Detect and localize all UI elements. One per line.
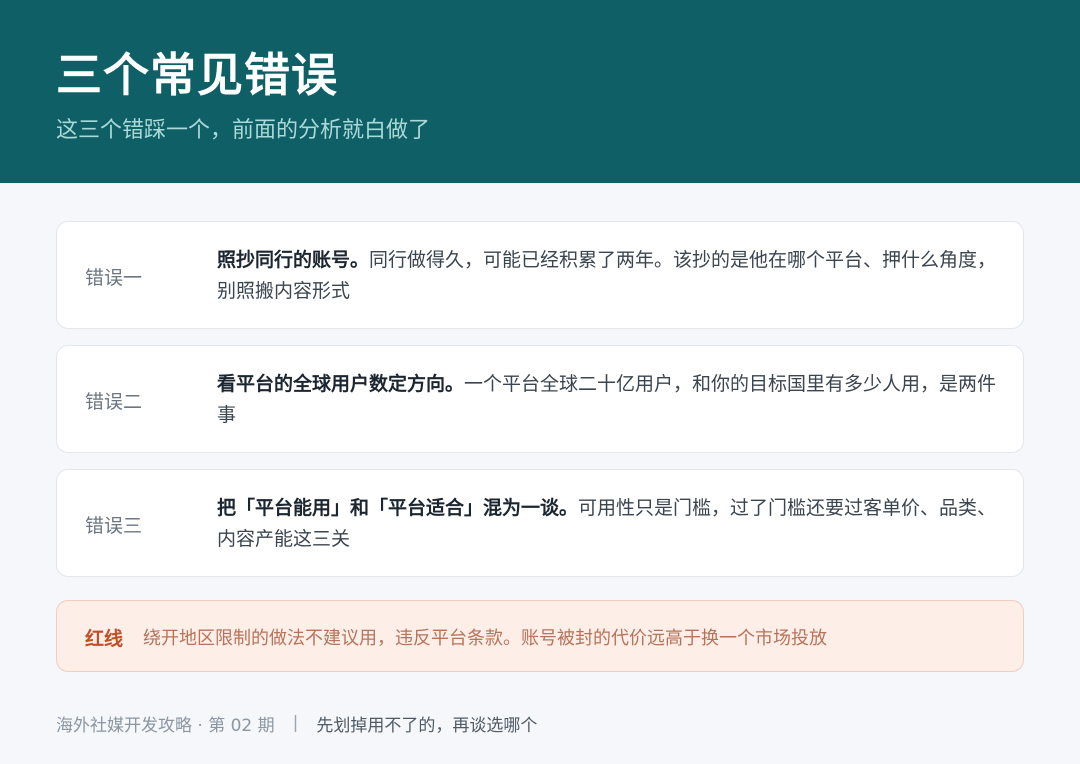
redline-label: 红线: [85, 627, 124, 650]
footer: 海外社媒开发攻略 · 第 02 期 | 先划掉用不了的，再谈选哪个: [56, 710, 537, 736]
mistake-description: 照抄同行的账号。同行做得久，可能已经积累了两年。该抄的是他在哪个平台、押什么角度…: [217, 245, 1007, 307]
mistake-description: 看平台的全球用户数定方向。一个平台全球二十亿用户，和你的目标国里有多少人用，是两…: [217, 369, 1007, 431]
redline-warning-box: 红线 绕开地区限制的做法不建议用，违反平台条款。账号被封的代价远高于换一个市场投…: [56, 600, 1024, 672]
footer-separator: |: [292, 713, 299, 733]
redline-text: 绕开地区限制的做法不建议用，违反平台条款。账号被封的代价远高于换一个市场投放: [143, 628, 827, 649]
mistake-headline: 看平台的全球用户数定方向。: [217, 373, 465, 395]
mistake-headline: 把「平台能用」和「平台适合」混为一谈。: [217, 497, 579, 519]
header-banner: 三个常见错误 这三个错踩一个，前面的分析就白做了: [0, 0, 1080, 183]
mistake-card-2: 错误二 看平台的全球用户数定方向。一个平台全球二十亿用户，和你的目标国里有多少人…: [56, 345, 1024, 453]
mistake-card-3: 错误三 把「平台能用」和「平台适合」混为一谈。可用性只是门槛，过了门槛还要过客单…: [56, 469, 1024, 577]
mistake-label: 错误三: [85, 514, 143, 537]
mistake-label: 错误二: [85, 390, 143, 413]
footer-next-topic: 先划掉用不了的，再谈选哪个: [316, 715, 538, 736]
mistake-headline: 照抄同行的账号。: [217, 249, 370, 271]
page-subtitle: 这三个错踩一个，前面的分析就白做了: [56, 118, 431, 143]
page-title: 三个常见错误: [56, 48, 338, 102]
mistake-card-1: 错误一 照抄同行的账号。同行做得久，可能已经积累了两年。该抄的是他在哪个平台、押…: [56, 221, 1024, 329]
footer-series: 海外社媒开发攻略 · 第 02 期: [56, 715, 275, 736]
mistake-label: 错误一: [85, 266, 143, 289]
mistake-description: 把「平台能用」和「平台适合」混为一谈。可用性只是门槛，过了门槛还要过客单价、品类…: [217, 493, 1007, 555]
